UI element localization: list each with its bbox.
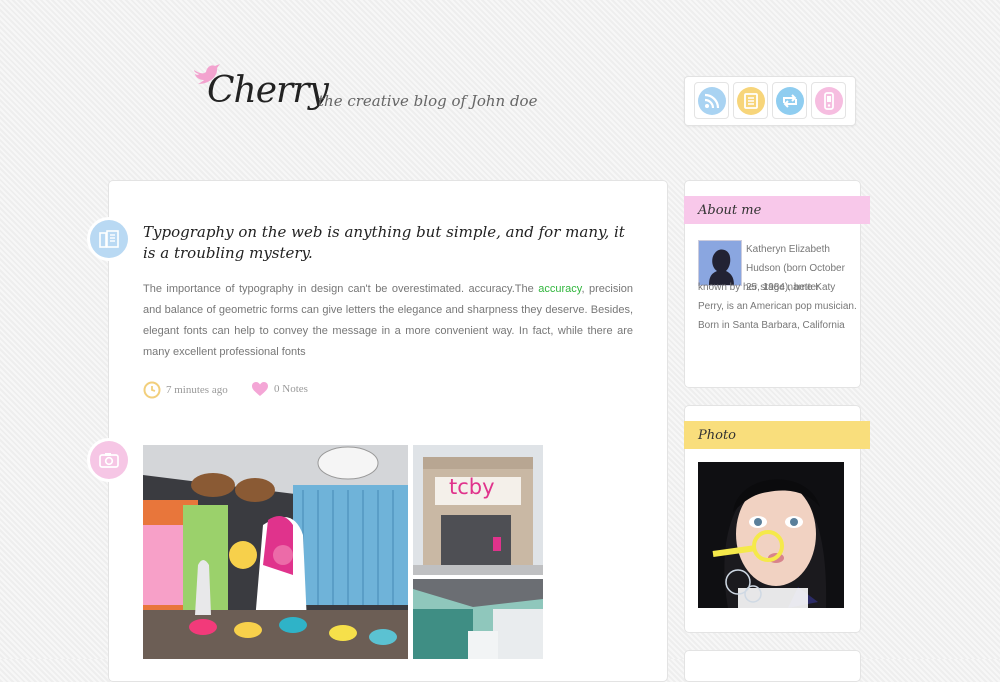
post-photo-interior[interactable] [143, 445, 408, 659]
post-time-text: 7 minutes ago [166, 384, 228, 396]
social-bar [684, 76, 856, 126]
post-notes[interactable]: 0 Notes [251, 381, 308, 397]
rss-icon [697, 86, 726, 115]
rss-button[interactable] [694, 82, 729, 119]
mobile-icon [814, 86, 843, 115]
notes-icon [736, 86, 765, 115]
site-logo[interactable]: Cherry [192, 62, 329, 124]
clock-icon [143, 381, 161, 399]
photo-post-icon [90, 441, 128, 479]
site-tagline: the creative blog of John doe [318, 92, 538, 110]
text-post-icon [90, 220, 128, 258]
accuracy-link[interactable]: accuracy [538, 283, 581, 295]
tcby-sign-logo: tcby [449, 475, 495, 499]
post-notes-text: 0 Notes [274, 383, 308, 395]
photo-heading: Photo [684, 421, 870, 449]
post-title[interactable]: Typography on the web is anything but si… [143, 222, 638, 264]
sidebar-photo[interactable] [698, 462, 844, 608]
about-text-rest: known by her stage name Katy Perry, is a… [698, 282, 857, 331]
post-time[interactable]: 7 minutes ago [143, 381, 228, 399]
next-widget [684, 650, 861, 682]
post-body: The importance of typography in design c… [143, 279, 633, 363]
notes-button[interactable] [733, 82, 768, 119]
post-photo-counter[interactable] [413, 579, 543, 659]
logo-text: Cherry [207, 70, 329, 111]
about-heading: About me [684, 196, 870, 224]
post-photo-storefront[interactable]: tcby [413, 445, 543, 575]
reblog-button[interactable] [772, 82, 807, 119]
reblog-icon [775, 86, 804, 115]
heart-icon [252, 382, 268, 396]
post-body-text: The importance of typography in design c… [143, 283, 539, 295]
mobile-button[interactable] [811, 82, 846, 119]
